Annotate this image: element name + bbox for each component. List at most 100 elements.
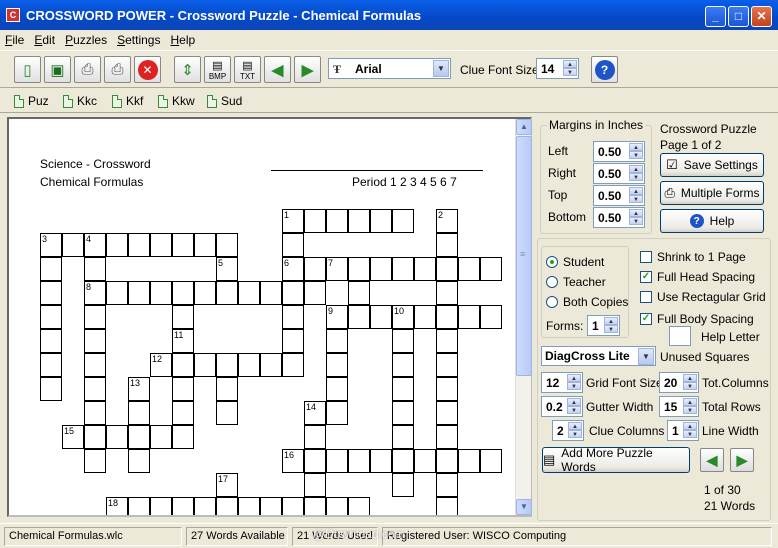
check-full-body[interactable]: ✓ Full Body Spacing	[640, 312, 754, 326]
txt-label: TXT	[239, 71, 256, 81]
grid-cell	[392, 473, 414, 497]
grid-cell	[348, 305, 370, 329]
total-rows-value: 15	[664, 400, 678, 414]
spin-up-icon[interactable]: ▲	[563, 60, 577, 68]
grid-cell	[436, 305, 458, 329]
help-icon: ?	[689, 214, 704, 228]
spin-up-icon[interactable]: ▲	[604, 317, 618, 325]
help-button[interactable]: ?	[591, 56, 618, 83]
maximize-button[interactable]: □	[728, 6, 749, 27]
forms-stepper[interactable]: 1 ▲ ▼	[587, 315, 620, 336]
scroll-thumb[interactable]	[516, 136, 532, 376]
chevron-down-icon[interactable]: ▼	[433, 60, 449, 77]
radio-student[interactable]: Student	[546, 255, 604, 269]
close-button[interactable]: ✕	[751, 6, 772, 27]
margin-bottom-stepper[interactable]: 0.50 ▲ ▼	[593, 207, 645, 228]
grid-cell	[282, 329, 304, 353]
link-kkw[interactable]: Kkw	[158, 94, 195, 108]
tot-columns-stepper[interactable]: 20 ▲ ▼	[659, 372, 699, 393]
grid-cell: 6	[282, 257, 304, 281]
checkbox-checked-icon: ✓	[640, 271, 652, 283]
previous-button[interactable]: ◀	[264, 56, 291, 83]
font-select[interactable]: Ŧ Arial ▼	[328, 58, 451, 79]
export-txt-button[interactable]: ▤ TXT	[234, 56, 261, 83]
grid-font-size-stepper[interactable]: 12 ▲ ▼	[541, 372, 583, 393]
arrow-right-icon: ▶	[736, 452, 748, 468]
next-word-button[interactable]: ▶	[730, 448, 754, 472]
spin-up-icon[interactable]: ▲	[629, 209, 643, 217]
spin-up-icon[interactable]: ▲	[683, 374, 697, 382]
scroll-down-icon[interactable]: ▼	[516, 499, 532, 515]
spin-up-icon[interactable]: ▲	[567, 398, 581, 406]
multiple-forms-button[interactable]: ⎙ Multiple Forms	[660, 181, 764, 205]
radio-both-copies[interactable]: Both Copies	[546, 295, 628, 309]
clue-number: 9	[328, 306, 334, 316]
spin-down-icon[interactable]: ▼	[629, 195, 643, 203]
check-rect-grid[interactable]: Use Rectagular Grid	[640, 290, 766, 304]
spin-up-icon[interactable]: ▲	[568, 422, 582, 430]
link-puz[interactable]: Puz	[14, 94, 49, 108]
spin-up-icon[interactable]: ▲	[567, 374, 581, 382]
print-preview-button[interactable]: ⎙	[74, 56, 101, 83]
save-settings-button[interactable]: ☑ Save Settings	[660, 153, 764, 177]
menu-settings[interactable]: Settings	[112, 30, 165, 47]
grid-cell	[172, 401, 194, 425]
margin-right-stepper[interactable]: 0.50 ▲ ▼	[593, 163, 645, 184]
previous-word-button[interactable]: ◀	[700, 448, 724, 472]
gutter-width-stepper[interactable]: 0.2 ▲ ▼	[541, 396, 583, 417]
fit-grid-button[interactable]: ⇕	[174, 56, 201, 83]
spin-up-icon[interactable]: ▲	[683, 398, 697, 406]
grid-cell	[304, 209, 326, 233]
grid-cell	[216, 401, 238, 425]
spin-down-icon[interactable]: ▼	[568, 430, 582, 438]
save-button[interactable]: ▣	[44, 56, 71, 83]
grid-cell	[238, 281, 260, 305]
spin-down-icon[interactable]: ▼	[567, 382, 581, 390]
spin-down-icon[interactable]: ▼	[563, 68, 577, 76]
help-panel-button[interactable]: ? Help	[660, 209, 764, 233]
chevron-down-icon[interactable]: ▼	[638, 348, 654, 365]
spin-down-icon[interactable]: ▼	[683, 430, 697, 438]
spin-up-icon[interactable]: ▲	[629, 165, 643, 173]
margin-top-stepper[interactable]: 0.50 ▲ ▼	[593, 185, 645, 206]
spin-up-icon[interactable]: ▲	[629, 187, 643, 195]
spin-down-icon[interactable]: ▼	[629, 217, 643, 225]
spin-up-icon[interactable]: ▲	[683, 422, 697, 430]
clue-columns-stepper[interactable]: 2 ▲ ▼	[552, 420, 584, 441]
vertical-scrollbar[interactable]: ▲ ▼	[515, 119, 532, 515]
grid-cell	[282, 497, 304, 515]
clue-font-size-stepper[interactable]: 14 ▲ ▼	[536, 58, 579, 79]
spin-up-icon[interactable]: ▲	[629, 143, 643, 151]
total-rows-stepper[interactable]: 15 ▲ ▼	[659, 396, 699, 417]
next-button[interactable]: ▶	[294, 56, 321, 83]
new-document-button[interactable]: ▯	[14, 56, 41, 83]
link-sud[interactable]: Sud	[207, 94, 242, 108]
menu-puzzles[interactable]: Puzzles	[60, 30, 112, 47]
margin-left-stepper[interactable]: 0.50 ▲ ▼	[593, 141, 645, 162]
add-more-words-button[interactable]: ▤ Add More Puzzle Words	[542, 446, 690, 474]
export-bmp-button[interactable]: ▤ BMP	[204, 56, 231, 83]
check-full-head[interactable]: ✓ Full Head Spacing	[640, 270, 755, 284]
help-label: Help	[709, 214, 735, 228]
link-kkc[interactable]: Kkc	[63, 94, 97, 108]
print-button[interactable]: ⎙	[104, 56, 131, 83]
spin-down-icon[interactable]: ▼	[629, 151, 643, 159]
menu-file[interactable]: File	[0, 30, 29, 47]
help-letter-input[interactable]	[669, 326, 691, 346]
check-shrink[interactable]: Shrink to 1 Page	[640, 250, 746, 264]
spin-down-icon[interactable]: ▼	[683, 406, 697, 414]
line-width-stepper[interactable]: 1 ▲ ▼	[667, 420, 699, 441]
minimize-button[interactable]: _	[705, 6, 726, 27]
menu-help[interactable]: Help	[165, 30, 200, 47]
spin-down-icon[interactable]: ▼	[683, 382, 697, 390]
document-icon	[207, 94, 217, 108]
spin-down-icon[interactable]: ▼	[604, 325, 618, 333]
cancel-button[interactable]: ✕	[134, 56, 161, 83]
radio-teacher[interactable]: Teacher	[546, 275, 606, 289]
spin-down-icon[interactable]: ▼	[629, 173, 643, 181]
unused-squares-select[interactable]: DiagCross Lite ▼	[541, 346, 656, 366]
scroll-up-icon[interactable]: ▲	[516, 119, 532, 135]
menu-edit[interactable]: Edit	[29, 30, 60, 47]
link-kkf[interactable]: Kkf	[112, 94, 143, 108]
spin-down-icon[interactable]: ▼	[567, 406, 581, 414]
